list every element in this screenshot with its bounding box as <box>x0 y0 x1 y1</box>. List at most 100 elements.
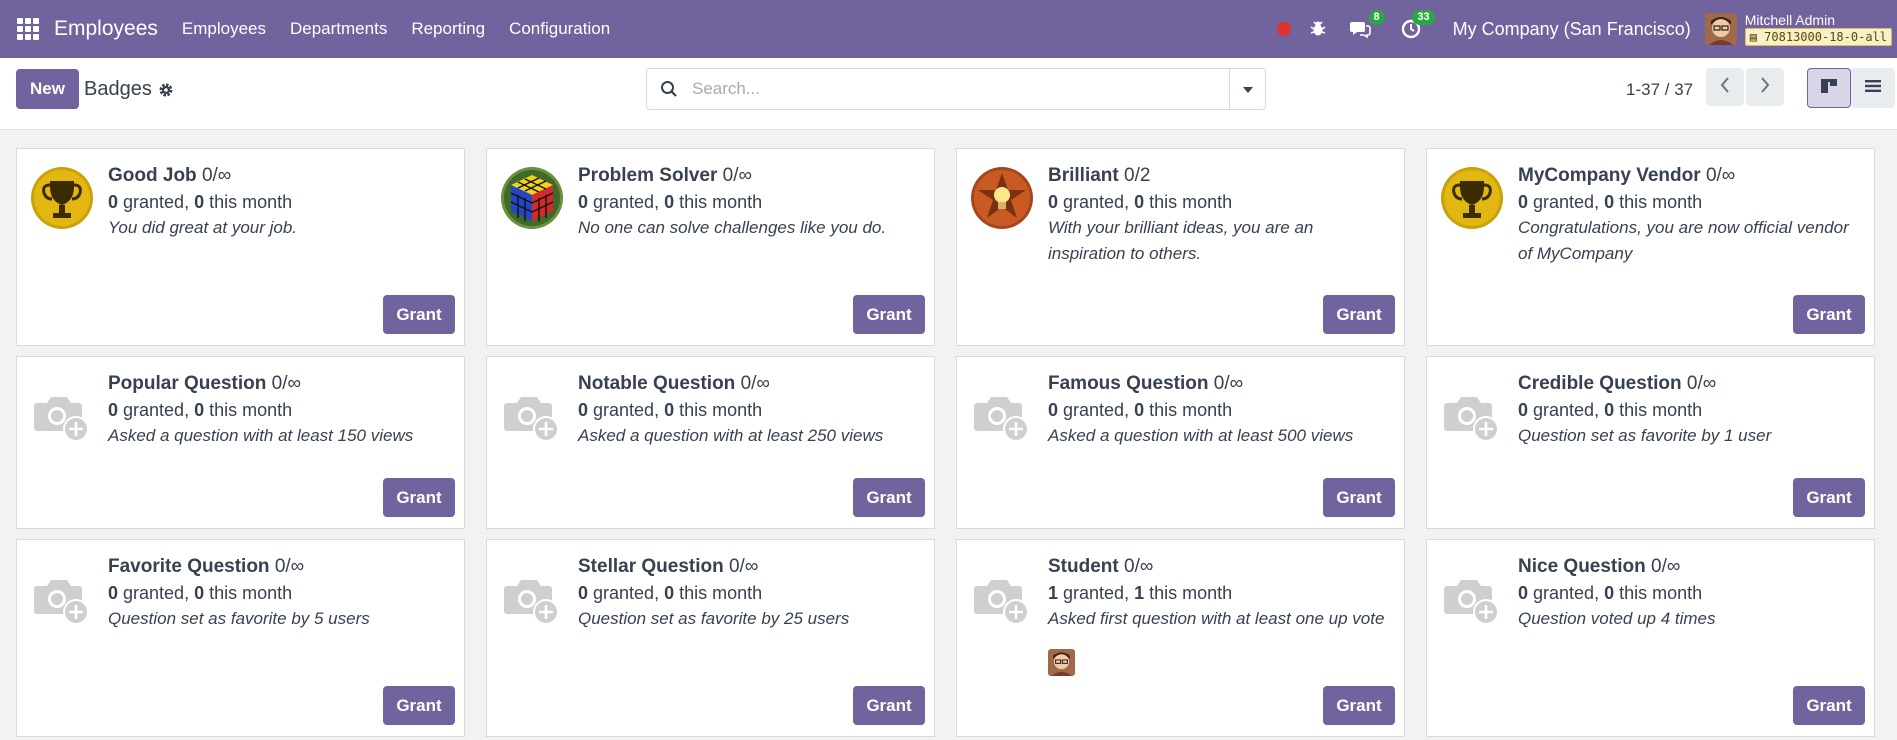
kanban-view-button[interactable] <box>1807 68 1851 108</box>
badge-card[interactable]: MyCompany Vendor 0/∞ 0 granted, 0 this mo… <box>1426 148 1875 346</box>
badge-card[interactable]: Notable Question 0/∞ 0 granted, 0 this mo… <box>486 356 935 529</box>
pager-next-button[interactable] <box>1746 68 1784 106</box>
camera-placeholder-icon <box>971 379 1033 449</box>
grant-button[interactable]: Grant <box>1793 295 1865 334</box>
granted-label: granted, <box>118 583 195 603</box>
granted-count: 0 <box>108 583 119 603</box>
granted-label: granted, <box>1528 583 1605 603</box>
badge-name: Student <box>1048 556 1119 577</box>
badge-details: Popular Question 0/∞ 0 granted, 0 this mo… <box>108 371 450 449</box>
list-view-button[interactable] <box>1851 68 1895 108</box>
breadcrumb: Badges <box>84 78 174 101</box>
activities-clock-icon[interactable]: 33 <box>1401 10 1435 39</box>
badge-description: Question set as favorite by 25 users <box>578 609 850 628</box>
camera-placeholder-icon <box>31 379 93 449</box>
debug-bug-icon[interactable] <box>1309 20 1327 38</box>
apps-grid-icon[interactable] <box>17 18 39 40</box>
search-icon <box>660 80 678 98</box>
recording-dot-icon[interactable] <box>1276 22 1291 36</box>
user-menu[interactable]: Mitchell Admin ▤ 70813000-18-0-all <box>1744 12 1892 46</box>
badge-description: You did great at your job. <box>108 218 298 237</box>
grant-button[interactable]: Grant <box>1793 686 1865 725</box>
grant-button[interactable]: Grant <box>853 295 925 334</box>
badge-card[interactable]: Student 0/∞ 1 granted, 1 this month Asked … <box>956 539 1405 737</box>
badge-title: Brilliant 0/2 <box>1048 163 1390 189</box>
menu-departments[interactable]: Departments <box>290 19 387 39</box>
grant-button[interactable]: Grant <box>853 478 925 517</box>
badge-limit: 0/∞ <box>201 165 232 186</box>
badge-card[interactable]: Good Job 0/∞ 0 granted, 0 this month You d… <box>16 148 465 346</box>
badge-limit: 0/∞ <box>271 373 302 394</box>
grant-button[interactable]: Grant <box>383 478 455 517</box>
search-options-toggle[interactable] <box>1229 69 1265 109</box>
badge-card[interactable]: Problem Solver 0/∞ 0 granted, 0 this mont… <box>486 148 935 346</box>
messages-icon[interactable]: 8 <box>1349 10 1385 39</box>
gear-icon[interactable] <box>158 82 174 98</box>
user-name: Mitchell Admin <box>1744 12 1835 28</box>
menu-configuration[interactable]: Configuration <box>509 19 610 39</box>
badge-limit: 0/∞ <box>728 556 759 577</box>
badge-stats: 0 granted, 0 this month <box>1048 189 1390 215</box>
badge-description: Congratulations, you are now official ve… <box>1518 218 1849 263</box>
badge-card[interactable]: Favorite Question 0/∞ 0 granted, 0 this m… <box>16 539 465 737</box>
badge-stats: 0 granted, 0 this month <box>1518 397 1860 423</box>
badge-title: Credible Question 0/∞ <box>1518 371 1860 397</box>
badge-card[interactable]: Famous Question 0/∞ 0 granted, 0 this mon… <box>956 356 1405 529</box>
user-avatar[interactable] <box>1704 13 1737 45</box>
badge-stats: 0 granted, 0 this month <box>1518 580 1860 606</box>
badge-card[interactable]: Popular Question 0/∞ 0 granted, 0 this mo… <box>16 356 465 529</box>
badge-card[interactable]: Nice Question 0/∞ 0 granted, 0 this month… <box>1426 539 1875 737</box>
camera-placeholder-icon <box>31 562 93 632</box>
badge-description: Asked a question with at least 150 views <box>108 426 414 445</box>
grant-button[interactable]: Grant <box>1323 478 1395 517</box>
month-label: this month <box>674 400 763 420</box>
company-switcher[interactable]: My Company (San Francisco) <box>1453 19 1691 40</box>
menu-reporting[interactable]: Reporting <box>411 19 485 39</box>
grant-button[interactable]: Grant <box>383 686 455 725</box>
badge-card[interactable]: Brilliant 0/2 0 granted, 0 this month With… <box>956 148 1405 346</box>
month-label: this month <box>674 192 763 212</box>
grant-button[interactable]: Grant <box>1793 478 1865 517</box>
grant-button[interactable]: Grant <box>853 686 925 725</box>
badge-description: No one can solve challenges like you do. <box>578 218 887 237</box>
month-count: 0 <box>664 583 675 603</box>
month-label: this month <box>1614 192 1703 212</box>
month-count: 0 <box>1134 400 1145 420</box>
grant-button[interactable]: Grant <box>1323 295 1395 334</box>
badge-title: Problem Solver 0/∞ <box>578 163 920 189</box>
owner-avatar[interactable] <box>1048 649 1075 676</box>
badge-title: Notable Question 0/∞ <box>578 371 920 397</box>
badge-limit: 0/∞ <box>740 373 770 394</box>
grant-button[interactable]: Grant <box>1323 686 1395 725</box>
badge-description: Asked a question with at least 250 views <box>578 426 884 445</box>
badge-name: MyCompany Vendor <box>1518 165 1701 186</box>
month-label: this month <box>674 583 763 603</box>
badge-card[interactable]: Credible Question 0/∞ 0 granted, 0 this m… <box>1426 356 1875 529</box>
badge-title: Famous Question 0/∞ <box>1048 371 1390 397</box>
badge-limit: 0/∞ <box>1651 556 1681 577</box>
search-input[interactable] <box>692 79 1212 99</box>
app-name[interactable]: Employees <box>54 17 158 41</box>
granted-count: 0 <box>1518 192 1529 212</box>
search-bar <box>646 68 1266 110</box>
chevron-right-icon <box>1760 76 1770 98</box>
granted-count: 0 <box>1048 400 1059 420</box>
badge-description: Asked a question with at least 500 views <box>1048 426 1354 445</box>
grant-button[interactable]: Grant <box>383 295 455 334</box>
badge-details: Stellar Question 0/∞ 0 granted, 0 this mo… <box>578 554 920 632</box>
badge-name: Nice Question <box>1518 556 1646 577</box>
month-label: this month <box>1144 192 1233 212</box>
month-count: 0 <box>194 583 205 603</box>
badge-details: Favorite Question 0/∞ 0 granted, 0 this m… <box>108 554 450 632</box>
badge-name: Favorite Question <box>108 556 270 577</box>
badge-card[interactable]: Stellar Question 0/∞ 0 granted, 0 this mo… <box>486 539 935 737</box>
badge-description: Question voted up 4 times <box>1518 609 1716 628</box>
month-count: 0 <box>194 400 205 420</box>
pager-previous-button[interactable] <box>1706 68 1744 106</box>
page-title: Badges <box>84 78 152 100</box>
pager-value[interactable]: 1-37 / 37 <box>1626 80 1693 100</box>
menu-employees[interactable]: Employees <box>182 19 266 39</box>
badge-title: Good Job 0/∞ <box>108 163 450 189</box>
new-button[interactable]: New <box>16 69 79 109</box>
badge-name: Brilliant <box>1048 165 1119 186</box>
